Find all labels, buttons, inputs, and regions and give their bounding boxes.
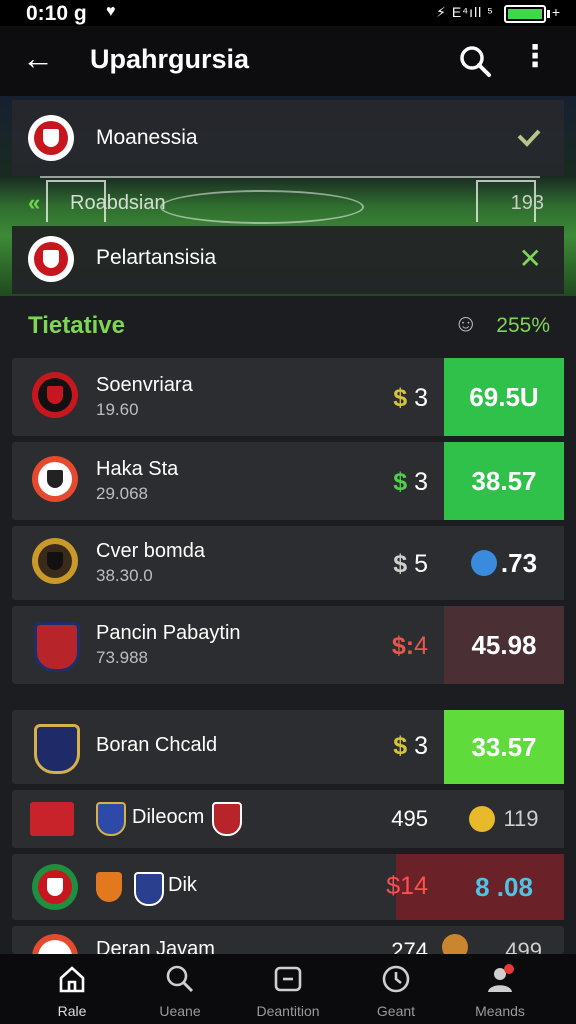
competition-row-pelartansisia[interactable]: Pelartansisia ✕ <box>12 226 564 294</box>
team-sub: 29.068 <box>96 484 148 503</box>
nav-label: Geant <box>376 1003 416 1019</box>
nav-account[interactable]: Meands <box>450 954 550 1024</box>
odds-button[interactable]: 8 .08 <box>444 854 564 920</box>
check-icon[interactable] <box>516 128 542 148</box>
team-flag-icon <box>30 802 74 836</box>
team-crest-icon <box>134 872 164 906</box>
price: $:4 <box>391 632 428 660</box>
back-arrow-icon[interactable]: ← <box>22 40 54 77</box>
competition-row-roabdsian[interactable]: « Roabdsian 193 <box>0 184 576 224</box>
section-count: 255% <box>496 314 550 337</box>
user-icon <box>488 964 514 992</box>
close-icon[interactable]: ✕ <box>519 242 542 275</box>
team-sub: 73.988 <box>96 648 148 667</box>
odds-button[interactable]: 33.57 <box>444 710 564 784</box>
competition-label: Pelartansisia <box>96 246 217 269</box>
app-bar: ← Upahrgursia ⋮ <box>0 26 576 96</box>
price: $ 3 <box>393 384 428 412</box>
coin-icon <box>469 806 496 832</box>
team-name: Deran Javam <box>96 938 215 954</box>
competition-label: Roabdsian <box>70 192 166 214</box>
odds-button[interactable]: 69.5U <box>444 358 564 436</box>
odds-button[interactable]: 38.57 <box>444 442 564 520</box>
team-name: Haka Sta <box>96 458 179 480</box>
nav-bets[interactable]: Deantition <box>238 954 338 1024</box>
list-item[interactable]: Pancin Pabaytin 73.988 $:4 45.98 <box>12 606 564 684</box>
search-icon <box>166 965 194 993</box>
list-item[interactable]: Deran Javam 274 499 <box>12 926 564 954</box>
bottom-navigation: Rale Ueane Deantition Geant Meands <box>0 954 576 1024</box>
list-item[interactable]: Soenvriara 19.60 $ 3 69.5U <box>12 358 564 436</box>
club-crest-icon <box>28 236 74 282</box>
signal-icons: ⚡ E⁴ıll ⁵ <box>436 4 494 20</box>
clock-icon <box>382 965 410 993</box>
nav-label: Deantition <box>256 1003 320 1019</box>
team-name: Dileocm <box>132 806 205 828</box>
clock: 0:10 g <box>26 2 87 25</box>
battery-icon <box>504 5 550 23</box>
team-name: Pancin Pabaytin <box>96 622 241 644</box>
player-avatar <box>32 538 78 584</box>
list-item[interactable]: Cver bomda 38.30.0 $ 5 .73 <box>12 526 564 600</box>
page-title: Upahrgursia <box>90 44 250 74</box>
search-icon[interactable] <box>458 44 492 78</box>
chevron-left-icon: « <box>28 190 41 215</box>
odds-button[interactable]: 45.98 <box>444 606 564 684</box>
team-name: Boran Chcald <box>96 734 218 756</box>
competition-row-moanessia[interactable]: Moanessia <box>12 100 564 176</box>
team-crest-icon <box>34 724 80 774</box>
team-crest-icon <box>34 622 80 672</box>
team-name: Soenvriara <box>96 374 193 396</box>
list-item[interactable]: Boran Chcald $ 3 33.57 <box>12 710 564 784</box>
team-crest-icon <box>32 864 78 910</box>
odds-button[interactable]: .73 <box>444 526 564 600</box>
team-crest-icon <box>32 934 78 954</box>
list-item[interactable]: Dik $14 8 .08 <box>12 854 564 920</box>
team-sub: 38.30.0 <box>96 566 153 585</box>
boost-icon <box>470 550 497 576</box>
coin-icon <box>442 934 468 954</box>
team-crest-icon <box>96 802 126 836</box>
more-menu-icon[interactable]: ⋮ <box>520 42 550 72</box>
list-item[interactable]: Haka Sta 29.068 $ 3 38.57 <box>12 442 564 520</box>
list-item[interactable]: Dileocm 495 119 <box>12 790 564 848</box>
price: $ 3 <box>393 468 428 496</box>
price: $14 <box>386 872 428 900</box>
ticket-icon <box>274 966 302 992</box>
nav-live[interactable]: Geant <box>346 954 446 1024</box>
team-crest-icon <box>212 802 242 836</box>
section-header: Tietative ☺ 255% <box>0 300 576 354</box>
odds-value[interactable]: 499 <box>505 938 542 954</box>
team-sub: 19.60 <box>96 400 139 419</box>
price: 274 <box>391 938 428 954</box>
competition-label: Moanessia <box>96 126 198 149</box>
odds-button[interactable]: 119 <box>444 790 564 848</box>
competition-count: 193 <box>510 192 544 214</box>
team-crest-icon <box>96 872 122 902</box>
price: $ 5 <box>393 550 428 578</box>
nav-label: Meands <box>475 1003 525 1019</box>
club-crest-icon <box>28 115 74 161</box>
section-title: Tietative <box>28 312 125 339</box>
status-bar: 0:10 g ♥ ⚡ E⁴ıll ⁵ + <box>0 0 576 26</box>
nav-search[interactable]: Ueane <box>130 954 230 1024</box>
price: $ 3 <box>393 732 428 760</box>
person-icon: ☺ <box>453 310 478 337</box>
home-icon <box>59 966 85 993</box>
team-crest-icon <box>32 456 78 502</box>
team-name: Dik <box>168 874 197 896</box>
nav-label: Ueane <box>159 1003 201 1019</box>
heart-icon: ♥ <box>106 3 116 20</box>
nav-label: Rale <box>57 1003 87 1019</box>
price: 495 <box>391 806 428 831</box>
team-name: Cver bomda <box>96 540 205 562</box>
team-crest-icon <box>32 372 78 418</box>
nav-home[interactable]: Rale <box>22 954 122 1024</box>
charging-icon: + <box>551 4 560 20</box>
